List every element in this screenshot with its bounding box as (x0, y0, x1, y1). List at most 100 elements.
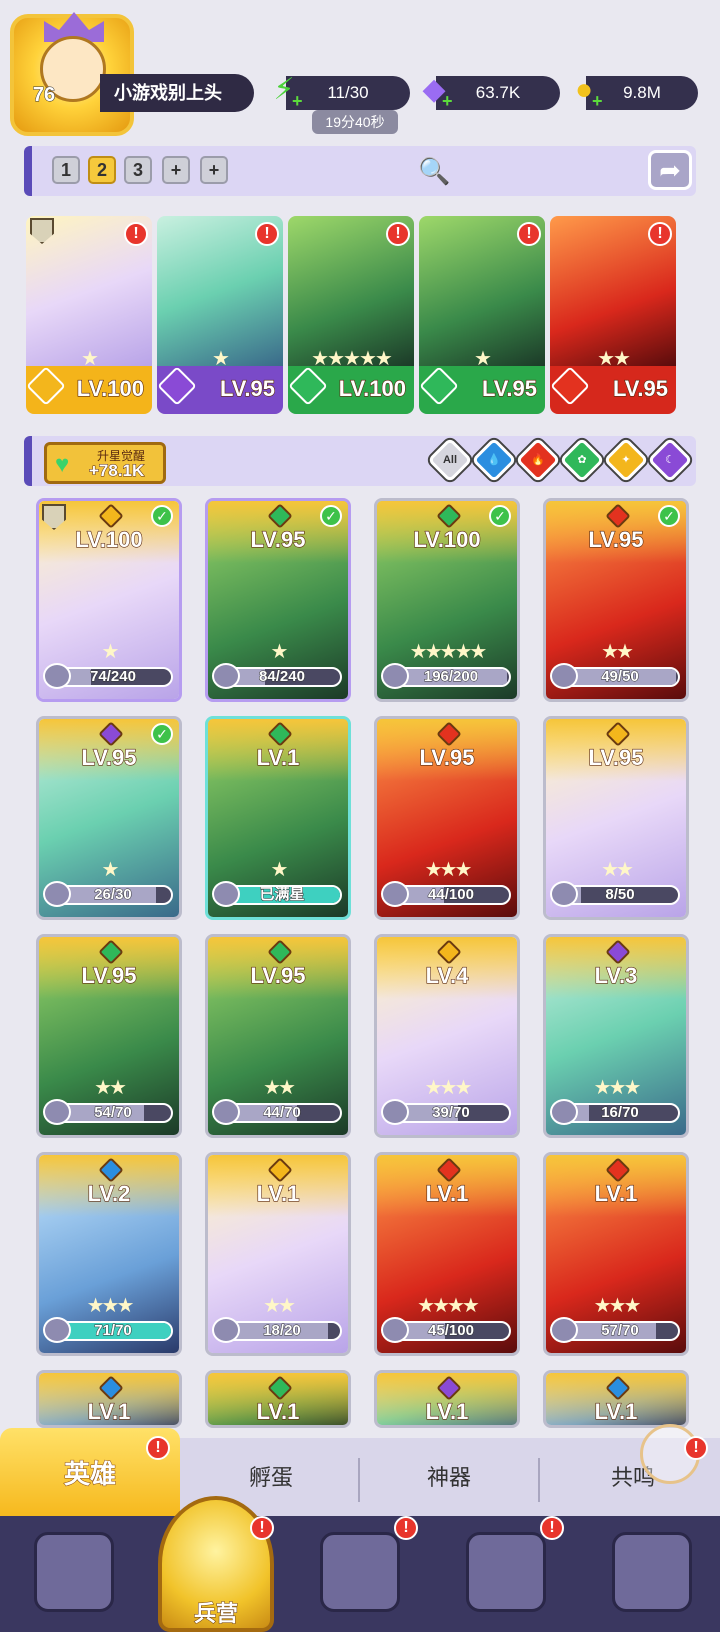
shard-progress: 44/70 (222, 1103, 342, 1123)
hero-card[interactable]: LV.1 ★ 已满星 (205, 716, 351, 920)
hero-level: LV.95 (588, 744, 644, 770)
cards-nav-icon[interactable] (34, 1532, 114, 1612)
shard-progress-label: 71/70 (94, 1322, 133, 1339)
notification-badge: ! (255, 222, 279, 246)
hero-stars: ★★★ (424, 859, 473, 881)
hero-stars: ★★ (263, 1295, 296, 1317)
hero-stars: ★★ (263, 1077, 296, 1099)
hero-card[interactable]: LV.95 ★★★ 44/100 (374, 716, 520, 920)
hero-card[interactable]: LV.4 ★★★ 39/70 (374, 934, 520, 1138)
shard-progress: 39/70 (391, 1103, 511, 1123)
hero-level: LV.3 (594, 962, 638, 988)
team-tab-3[interactable]: 3 (124, 156, 152, 184)
add-team-button[interactable]: + (162, 156, 190, 184)
shard-icon (550, 1099, 578, 1125)
hero-card[interactable]: LV.1 (374, 1370, 520, 1428)
add-gold-icon[interactable]: + (592, 92, 603, 110)
hero-card[interactable]: LV.3 ★★★ 16/70 (543, 934, 689, 1138)
hero-card[interactable]: LV.1 (543, 1370, 689, 1428)
check-icon: ✓ (658, 505, 680, 527)
hero-card[interactable]: LV.100 ✓ ★★★★★ 196/200 (374, 498, 520, 702)
hero-stars: ★ (270, 859, 289, 881)
gold-display[interactable]: ● + 9.8M (575, 73, 698, 110)
shard-progress: 71/70 (53, 1321, 173, 1341)
gems-display[interactable]: ◆ + 63.7K (422, 73, 560, 110)
share-icon[interactable]: ➦ (648, 150, 692, 190)
hero-card[interactable]: LV.95 ✓ ★ 84/240 (205, 498, 351, 702)
shard-progress: 已满星 (222, 885, 342, 905)
hero-level: LV.1 (256, 1180, 300, 1206)
shard-icon (381, 1317, 409, 1343)
hero-card[interactable]: LV.95 ✓ ★★ 49/50 (543, 498, 689, 702)
hero-level: LV.1 (594, 1180, 638, 1206)
tab-artifact[interactable]: 神器 (364, 1456, 534, 1500)
filter-all-label: All (442, 454, 458, 466)
shard-progress-label: 49/50 (601, 668, 640, 685)
hero-card[interactable]: LV.1 (205, 1370, 351, 1428)
search-icon[interactable]: 🔍 (418, 156, 450, 187)
shard-progress: 16/70 (560, 1103, 680, 1123)
shard-progress-label: 196/200 (423, 668, 479, 685)
shard-icon (550, 1317, 578, 1343)
shrine-nav-icon[interactable] (466, 1532, 546, 1612)
shard-progress-label: 44/70 (263, 1104, 302, 1121)
add-gems-icon[interactable]: + (442, 92, 453, 110)
check-icon: ✓ (151, 505, 173, 527)
hero-card[interactable]: LV.1 ★★★★ 45/100 (374, 1152, 520, 1356)
hero-level: LV.100 (413, 526, 481, 552)
hero-stars: ★ (270, 641, 289, 663)
hero-stars: ★ (101, 859, 120, 881)
hero-card[interactable]: LV.1 ★★★ 57/70 (543, 1152, 689, 1356)
hero-card[interactable]: LV.1 (36, 1370, 182, 1428)
hero-level: LV.95 (250, 526, 306, 552)
awaken-value: +78.1K (88, 461, 145, 481)
shard-icon (212, 663, 240, 689)
tab-divider (358, 1458, 360, 1502)
stamina-value: 11/30 (327, 83, 369, 102)
add-stamina-icon[interactable]: + (292, 92, 303, 110)
add-team-button[interactable]: + (200, 156, 228, 184)
stamina-display[interactable]: ⚡ + 11/30 (273, 73, 410, 110)
hero-level: LV.95 (81, 962, 137, 988)
hero-stars: ★★ (94, 1077, 127, 1099)
shard-progress: 8/50 (560, 885, 680, 905)
hero-level: LV.4 (425, 962, 469, 988)
shard-icon (43, 1317, 71, 1343)
shard-icon (381, 881, 409, 907)
hero-card[interactable]: LV.2 ★★★ 71/70 (36, 1152, 182, 1356)
heart-icon: ♥ (55, 451, 70, 478)
hero-card[interactable]: LV.95 ★★ 8/50 (543, 716, 689, 920)
shard-progress-label: 18/20 (263, 1322, 302, 1339)
hero-card[interactable]: LV.95 ★★ 54/70 (36, 934, 182, 1138)
team-tab-1[interactable]: 1 (52, 156, 80, 184)
hero-card[interactable]: LV.95 ★★ 44/70 (205, 934, 351, 1138)
shard-progress: 57/70 (560, 1321, 680, 1341)
notification-badge: ! (124, 222, 148, 246)
map-nav-icon[interactable] (320, 1532, 400, 1612)
shard-icon (550, 663, 578, 689)
notification-badge: ! (684, 1436, 708, 1460)
hero-card[interactable]: LV.95 ✓ ★ 26/30 (36, 716, 182, 920)
shard-icon (43, 663, 71, 689)
shard-progress-label: 8/50 (605, 886, 635, 903)
tab-hatch[interactable]: 孵蛋 (186, 1456, 356, 1500)
shard-progress-label: 57/70 (601, 1322, 640, 1339)
hero-stars: ★ (101, 641, 120, 663)
player-name[interactable]: 小游戏别上头 (100, 74, 254, 112)
shard-progress: 49/50 (560, 667, 680, 687)
shard-progress: 45/100 (391, 1321, 511, 1341)
hero-card[interactable]: LV.1 ★★ 18/20 (205, 1152, 351, 1356)
guild-nav-icon[interactable] (612, 1532, 692, 1612)
hero-card[interactable]: LV.100 ✓ ★ 74/240 (36, 498, 182, 702)
tab-divider (538, 1458, 540, 1502)
shard-progress: 196/200 (391, 667, 511, 687)
hero-stars: ★★ (601, 641, 634, 663)
team-tab-2[interactable]: 2 (88, 156, 116, 184)
check-icon: ✓ (320, 505, 342, 527)
shard-progress-label: 84/240 (259, 668, 306, 685)
hero-level: LV.95 (81, 744, 137, 770)
shard-progress: 74/240 (53, 667, 173, 687)
shard-icon (212, 1099, 240, 1125)
shard-icon (43, 1099, 71, 1125)
awaken-button[interactable]: ♥ 升星觉醒 +78.1K (44, 442, 166, 484)
